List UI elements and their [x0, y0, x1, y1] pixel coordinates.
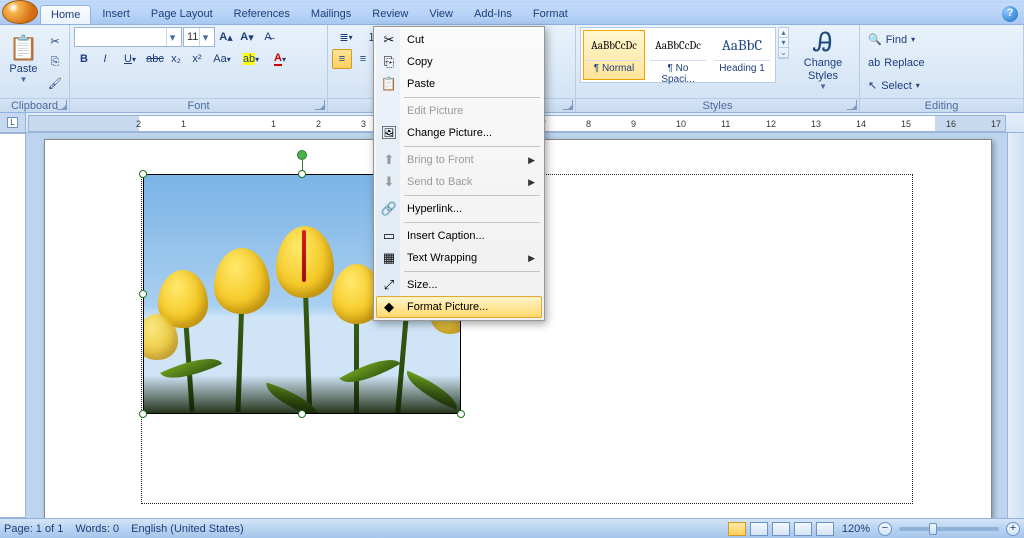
replace-button[interactable]: abReplace	[864, 52, 929, 73]
select-button[interactable]: ↖Select▾	[864, 75, 929, 96]
resize-handle[interactable]	[298, 170, 306, 178]
copy-icon[interactable]: ⎘	[45, 52, 65, 72]
format-painter-icon[interactable]: 🖌	[45, 73, 65, 93]
tab-home[interactable]: Home	[40, 5, 91, 24]
clipboard-group-label: Clipboard	[11, 100, 58, 112]
font-launcher[interactable]	[315, 100, 325, 110]
font-color-button[interactable]: A▾	[266, 49, 294, 69]
vertical-scrollbar[interactable]	[1007, 133, 1024, 518]
zoom-in-button[interactable]: +	[1006, 522, 1020, 536]
web-layout-view[interactable]	[772, 522, 790, 536]
help-icon[interactable]: ?	[1002, 6, 1018, 22]
clear-format-icon[interactable]: A̶	[258, 27, 278, 47]
vertical-ruler[interactable]	[0, 133, 26, 518]
zoom-level[interactable]: 120%	[842, 523, 870, 535]
style-item[interactable]: AaBbCcDc¶ No Spaci...	[647, 30, 709, 80]
ribbon-tabs: HomeInsertPage LayoutReferencesMailingsR…	[0, 3, 1024, 25]
font-size-combo[interactable]: 11▾	[183, 27, 215, 47]
shrink-font-icon[interactable]: A▾	[237, 27, 257, 47]
change-styles-icon: Ꭿ	[814, 29, 833, 55]
office-button[interactable]	[2, 0, 38, 24]
change-case-button[interactable]: Aa▾	[208, 49, 236, 69]
context-send-to-back: ⬇Send to Back▶	[376, 171, 542, 193]
tab-add-ins[interactable]: Add-Ins	[464, 5, 522, 24]
replace-icon: ab	[868, 57, 880, 69]
cut-icon[interactable]: ✂	[45, 31, 65, 51]
tab-page-layout[interactable]: Page Layout	[141, 5, 223, 24]
underline-button[interactable]: U ▾	[116, 49, 144, 69]
ruler-toggle[interactable]: L	[0, 113, 26, 132]
word-count[interactable]: Words: 0	[75, 523, 119, 535]
italic-button[interactable]: I	[95, 49, 115, 69]
context-menu: ✂Cut⎘Copy📋Paste Edit Picture🖼Change Pictu…	[373, 26, 545, 321]
styles-launcher[interactable]	[847, 100, 857, 110]
gallery-scroll[interactable]: ▴▾⌄	[778, 27, 789, 59]
tab-view[interactable]: View	[419, 5, 463, 24]
zoom-out-button[interactable]: −	[878, 522, 892, 536]
context-copy[interactable]: ⎘Copy	[376, 51, 542, 73]
context-bring-to-front: ⬆Bring to Front▶	[376, 149, 542, 171]
bullets-button[interactable]: ≣▾	[332, 27, 360, 47]
change-styles-button[interactable]: Ꭿ Change Styles ▼	[791, 27, 855, 93]
align-center-button[interactable]: ≡	[353, 49, 373, 69]
clipboard-icon: 📋	[9, 37, 39, 61]
select-icon: ↖	[868, 79, 877, 92]
find-icon: 🔍	[868, 33, 882, 46]
resize-handle[interactable]	[139, 170, 147, 178]
strike-button[interactable]: abc	[145, 49, 165, 69]
status-bar: Page: 1 of 1 Words: 0 English (United St…	[0, 518, 1024, 538]
resize-handle[interactable]	[139, 290, 147, 298]
tab-format[interactable]: Format	[523, 5, 578, 24]
superscript-button[interactable]: x²	[187, 49, 207, 69]
full-screen-view[interactable]	[750, 522, 768, 536]
styles-gallery[interactable]: AaBbCcDc¶ NormalAaBbCcDc¶ No Spaci...AaB…	[580, 27, 776, 83]
resize-handle[interactable]	[457, 410, 465, 418]
context-hyperlink[interactable]: 🔗Hyperlink...	[376, 198, 542, 220]
grow-font-icon[interactable]: A▴	[216, 27, 236, 47]
resize-handle[interactable]	[139, 410, 147, 418]
page-status[interactable]: Page: 1 of 1	[4, 523, 63, 535]
tab-review[interactable]: Review	[362, 5, 418, 24]
bold-button[interactable]: B	[74, 49, 94, 69]
style-item[interactable]: AaBbCcDc¶ Normal	[583, 30, 645, 80]
context-format-picture[interactable]: ◆Format Picture...	[376, 296, 542, 318]
tab-references[interactable]: References	[224, 5, 300, 24]
resize-handle[interactable]	[298, 410, 306, 418]
styles-group-label: Styles	[703, 100, 733, 112]
context-edit-picture: Edit Picture	[376, 100, 542, 122]
context-paste[interactable]: 📋Paste	[376, 73, 542, 95]
font-group-label: Font	[187, 100, 209, 112]
print-layout-view[interactable]	[728, 522, 746, 536]
tab-mailings[interactable]: Mailings	[301, 5, 361, 24]
paragraph-launcher[interactable]	[563, 100, 573, 110]
clipboard-launcher[interactable]	[57, 100, 67, 110]
font-name-combo[interactable]: ▾	[74, 27, 182, 47]
editing-group-label: Editing	[925, 100, 959, 112]
highlight-button[interactable]: ab▾	[237, 49, 265, 69]
rotate-handle[interactable]	[297, 150, 307, 160]
find-button[interactable]: 🔍Find▾	[864, 29, 929, 50]
tab-insert[interactable]: Insert	[92, 5, 140, 24]
context-insert-caption[interactable]: ▭Insert Caption...	[376, 225, 542, 247]
subscript-button[interactable]: x₂	[166, 49, 186, 69]
zoom-slider[interactable]	[899, 527, 999, 531]
outline-view[interactable]	[794, 522, 812, 536]
draft-view[interactable]	[816, 522, 834, 536]
context-size[interactable]: ⤢Size...	[376, 274, 542, 296]
context-text-wrapping[interactable]: ▦Text Wrapping▶	[376, 247, 542, 269]
align-left-button[interactable]: ≡	[332, 49, 352, 69]
style-item[interactable]: AaBbCHeading 1	[711, 30, 773, 80]
paste-label: Paste	[9, 63, 37, 75]
context-change-picture[interactable]: 🖼Change Picture...	[376, 122, 542, 144]
context-cut[interactable]: ✂Cut	[376, 29, 542, 51]
language-status[interactable]: English (United States)	[131, 523, 244, 535]
paste-button[interactable]: 📋 Paste ▼	[4, 27, 43, 93]
